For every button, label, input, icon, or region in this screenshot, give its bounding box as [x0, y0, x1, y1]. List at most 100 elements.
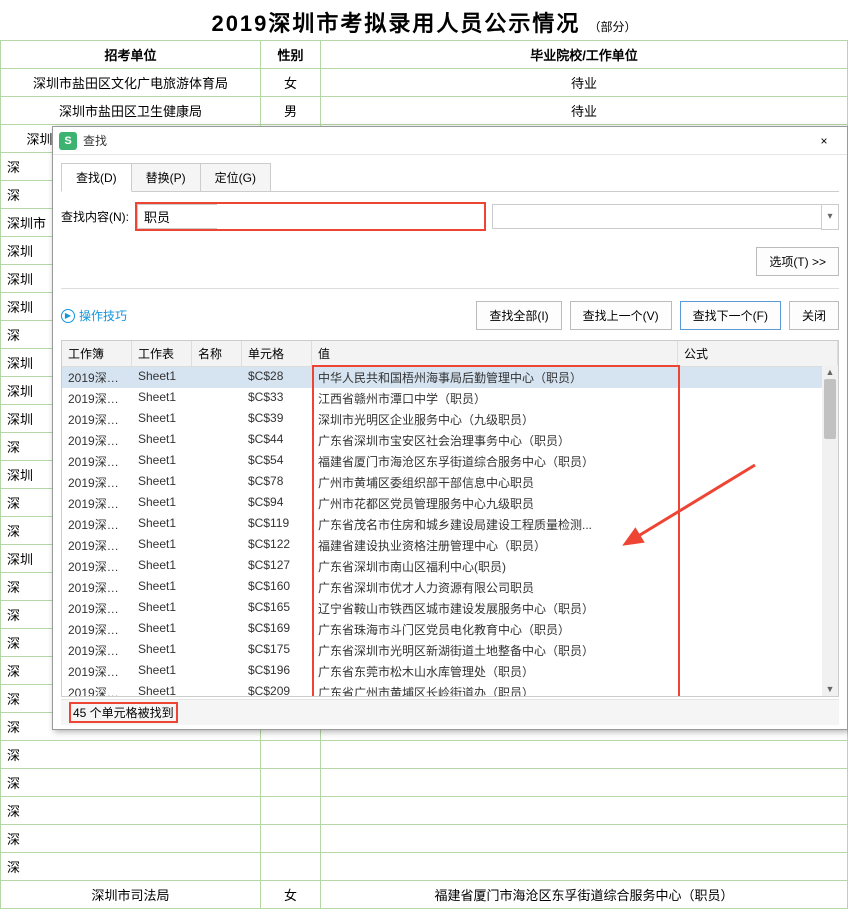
result-row[interactable]: 2019深圳...Sheet1$C$169广东省珠海市斗门区党员电化教育中心（职… [62, 619, 838, 640]
tips-link[interactable]: ▶ 操作技巧 [61, 307, 127, 324]
cell-worksheet: Sheet1 [132, 493, 192, 514]
cell-unit[interactable]: 深圳市司法局 [1, 881, 261, 909]
table-row[interactable]: 深 [1, 825, 848, 853]
cell-name [192, 661, 242, 682]
cell-value: 广东省深圳市南山区福利中心(职员) [312, 556, 678, 577]
cell-gender[interactable]: 女 [261, 69, 321, 97]
scrollbar[interactable]: ▲ ▼ [822, 365, 838, 696]
cell-address: $C$54 [242, 451, 312, 472]
cell-address: $C$165 [242, 598, 312, 619]
result-row[interactable]: 2019深圳...Sheet1$C$44广东省深圳市宝安区社会治理事务中心（职员… [62, 430, 838, 451]
result-row[interactable]: 2019深圳...Sheet1$C$54福建省厦门市海沧区东孚街道综合服务中心（… [62, 451, 838, 472]
cell-unit[interactable]: 深 [1, 741, 261, 769]
cell-unit[interactable]: 深圳市盐田区文化广电旅游体育局 [1, 69, 261, 97]
result-row[interactable]: 2019深圳...Sheet1$C$94广州市花都区党员管理服务中心九级职员 [62, 493, 838, 514]
table-row[interactable]: 深圳市盐田区文化广电旅游体育局女待业 [1, 69, 848, 97]
close-button[interactable]: × [807, 130, 841, 152]
hdr-value[interactable]: 值 [312, 341, 678, 366]
cell-formula [678, 367, 838, 388]
dropdown-icon[interactable]: ▾ [821, 204, 839, 230]
cell-gender[interactable] [261, 769, 321, 797]
scroll-up-icon[interactable]: ▲ [822, 365, 838, 379]
hdr-workbook[interactable]: 工作簿 [62, 341, 132, 366]
cell-school[interactable]: 待业 [321, 97, 848, 125]
cell-worksheet: Sheet1 [132, 409, 192, 430]
options-button[interactable]: 选项(T) >> [756, 247, 839, 276]
result-row[interactable]: 2019深圳...Sheet1$C$209广东省广州市黄埔区长岭街道办（职员） [62, 682, 838, 696]
cell-formula [678, 577, 838, 598]
result-row[interactable]: 2019深圳...Sheet1$C$165辽宁省鞍山市铁西区城市建设发展服务中心… [62, 598, 838, 619]
result-row[interactable]: 2019深圳...Sheet1$C$175广东省深圳市光明区新湖街道土地整备中心… [62, 640, 838, 661]
cell-school[interactable] [321, 741, 848, 769]
cell-worksheet: Sheet1 [132, 472, 192, 493]
cell-school[interactable] [321, 797, 848, 825]
hdr-name[interactable]: 名称 [192, 341, 242, 366]
cell-unit[interactable]: 深 [1, 853, 261, 881]
cell-school[interactable] [321, 825, 848, 853]
cell-formula [678, 409, 838, 430]
cell-name [192, 514, 242, 535]
cell-formula [678, 598, 838, 619]
results-body[interactable]: 2019深圳...Sheet1$C$28中华人民共和国梧州海事局后勤管理中心（职… [62, 367, 838, 696]
result-row[interactable]: 2019深圳...Sheet1$C$78广州市黄埔区委组织部干部信息中心职员 [62, 472, 838, 493]
cell-formula [678, 535, 838, 556]
cell-worksheet: Sheet1 [132, 535, 192, 556]
cell-workbook: 2019深圳... [62, 451, 132, 472]
result-row[interactable]: 2019深圳...Sheet1$C$39深圳市光明区企业服务中心（九级职员） [62, 409, 838, 430]
cell-formula [678, 661, 838, 682]
result-row[interactable]: 2019深圳...Sheet1$C$160广东省深圳市优才人力资源有限公司职员 [62, 577, 838, 598]
col-gender: 性别 [261, 41, 321, 69]
result-row[interactable]: 2019深圳...Sheet1$C$33江西省赣州市潭口中学（职员） [62, 388, 838, 409]
cell-school[interactable]: 福建省厦门市海沧区东孚街道综合服务中心（职员） [321, 881, 848, 909]
cell-gender[interactable] [261, 741, 321, 769]
tab-goto[interactable]: 定位(G) [200, 163, 271, 192]
cell-unit[interactable]: 深圳市盐田区卫生健康局 [1, 97, 261, 125]
cell-school[interactable] [321, 853, 848, 881]
find-all-button[interactable]: 查找全部(I) [476, 301, 561, 330]
tab-find[interactable]: 查找(D) [61, 163, 132, 192]
search-input-ext[interactable] [492, 204, 821, 229]
cell-name [192, 556, 242, 577]
close-dialog-button[interactable]: 关闭 [789, 301, 839, 330]
result-row[interactable]: 2019深圳...Sheet1$C$196广东省东莞市松木山水库管理处（职员） [62, 661, 838, 682]
table-row[interactable]: 深圳市司法局女福建省厦门市海沧区东孚街道综合服务中心（职员） [1, 881, 848, 909]
cell-address: $C$119 [242, 514, 312, 535]
cell-unit[interactable]: 深 [1, 825, 261, 853]
hdr-worksheet[interactable]: 工作表 [132, 341, 192, 366]
cell-gender[interactable] [261, 853, 321, 881]
cell-unit[interactable]: 深 [1, 797, 261, 825]
cell-name [192, 472, 242, 493]
hdr-formula[interactable]: 公式 [678, 341, 838, 366]
cell-gender[interactable]: 男 [261, 97, 321, 125]
table-row[interactable]: 深圳市盐田区卫生健康局男待业 [1, 97, 848, 125]
result-row[interactable]: 2019深圳...Sheet1$C$122福建省建设执业资格注册管理中心（职员） [62, 535, 838, 556]
dialog-titlebar[interactable]: S 查找 × [53, 127, 847, 155]
cell-workbook: 2019深圳... [62, 640, 132, 661]
cell-formula [678, 640, 838, 661]
result-row[interactable]: 2019深圳...Sheet1$C$119广东省茂名市住房和城乡建设局建设工程质… [62, 514, 838, 535]
hdr-cell[interactable]: 单元格 [242, 341, 312, 366]
cell-school[interactable]: 待业 [321, 69, 848, 97]
scroll-down-icon[interactable]: ▼ [822, 682, 838, 696]
find-next-button[interactable]: 查找下一个(F) [680, 301, 781, 330]
search-input[interactable] [137, 204, 217, 229]
cell-school[interactable] [321, 769, 848, 797]
tab-replace[interactable]: 替换(P) [131, 163, 201, 192]
cell-gender[interactable] [261, 797, 321, 825]
table-row[interactable]: 深 [1, 853, 848, 881]
scroll-thumb[interactable] [824, 379, 836, 439]
cell-gender[interactable]: 女 [261, 881, 321, 909]
cell-value: 福建省建设执业资格注册管理中心（职员） [312, 535, 678, 556]
table-row[interactable]: 深 [1, 797, 848, 825]
find-prev-button[interactable]: 查找上一个(V) [570, 301, 672, 330]
search-input-rest: ▾ [492, 204, 839, 230]
table-row[interactable]: 深 [1, 741, 848, 769]
annotation-redbox-status: 45 个单元格被找到 [69, 702, 178, 723]
cell-worksheet: Sheet1 [132, 451, 192, 472]
table-row[interactable]: 深 [1, 769, 848, 797]
cell-unit[interactable]: 深 [1, 769, 261, 797]
options-row: 选项(T) >> [53, 241, 847, 282]
result-row[interactable]: 2019深圳...Sheet1$C$28中华人民共和国梧州海事局后勤管理中心（职… [62, 367, 838, 388]
result-row[interactable]: 2019深圳...Sheet1$C$127广东省深圳市南山区福利中心(职员) [62, 556, 838, 577]
cell-gender[interactable] [261, 825, 321, 853]
